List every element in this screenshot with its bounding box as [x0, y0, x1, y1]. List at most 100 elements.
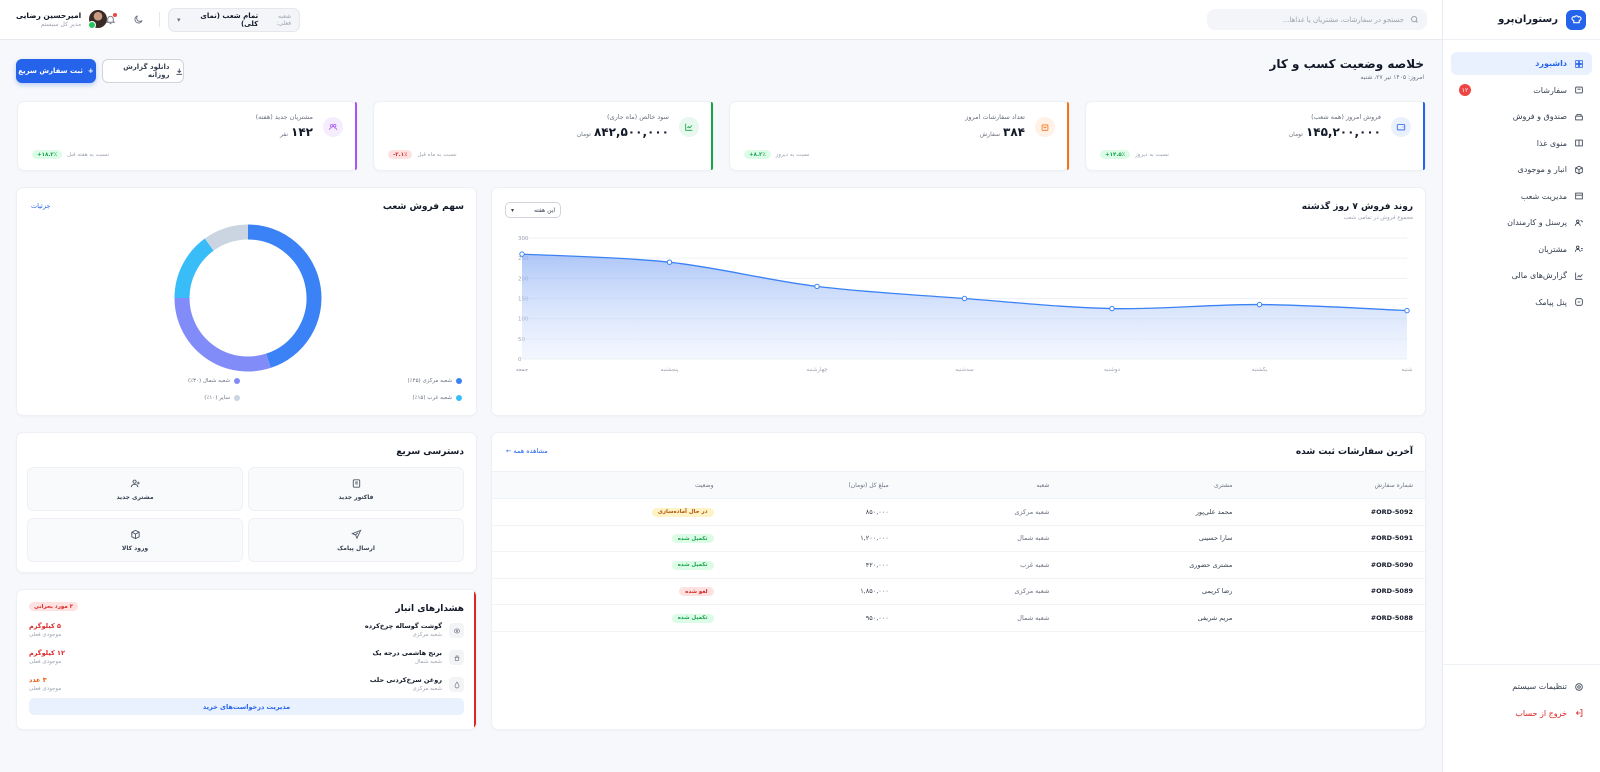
view-all-orders-link[interactable]: مشاهده همه ←	[506, 447, 548, 455]
order-customer: مریم شریفی	[1061, 604, 1245, 632]
inventory-alert-item[interactable]: روغن سرخ‌کردنی حلب شعبه مرکزی ۳ عدد موجودی …	[29, 674, 464, 700]
legend-label: شعبه شمال (۳۰٪)	[187, 378, 230, 384]
donut-slice[interactable]	[204, 224, 249, 251]
sidebar-item-8[interactable]: گزارش‌های مالی	[1451, 264, 1592, 287]
branch-share-card: سهم فروش شعب جزئیات شعبه مرکزی (۴۵٪) شعبه…	[16, 187, 477, 416]
stat-unit: تومان	[576, 131, 591, 138]
stat-footer: نسبت به ماه قبل ۲.۱٪-	[388, 150, 457, 159]
sales-trend-chart: 050100150200250300شنبهیکشنبهدوشنبهسه‌شنب…	[516, 236, 1413, 373]
alert-accent-bar	[474, 590, 476, 729]
stat-label: مشتریان جدید (هفته)	[255, 113, 313, 121]
quick-action-label: ورود کالا	[121, 544, 149, 552]
orders-table: شماره سفارش مشتری شعبه مبلغ کل (تومان) وضعیت…	[492, 471, 1425, 632]
quick-action-2[interactable]: ارسال پیامک	[248, 518, 464, 562]
user-menu[interactable]: امیرحسین رضایی مدیر کل سیستم	[16, 10, 108, 29]
orders-col-header: مبلغ کل (تومان)	[725, 471, 901, 499]
stat-compare-note: نسبت به دیروز	[775, 151, 810, 158]
donut-slice[interactable]	[247, 224, 322, 368]
sidebar-item-settings[interactable]: تنظیمات سیستم	[1451, 675, 1592, 698]
stat-footer: نسبت به دیروز ۱۴.۵٪+	[1100, 150, 1169, 159]
donut-slice[interactable]	[174, 297, 271, 372]
alert-item-qty-label: موجودی فعلی	[29, 686, 62, 692]
purchase-requests-button[interactable]: مدیریت درخواست‌های خرید	[29, 698, 464, 715]
sidebar-footer: تنظیمات سیستم خروج از حساب	[1443, 664, 1600, 728]
quick-order-button[interactable]: + ثبت سفارش سریع	[16, 59, 96, 83]
inventory-alerts-title: هشدارهای انبار	[395, 604, 464, 614]
notification-dot	[113, 13, 117, 17]
table-row[interactable]: #ORD-5091 سارا حسینی شعبه شمال ۱,۲۰۰,۰۰۰ تکم…	[492, 525, 1425, 552]
table-row[interactable]: #ORD-5092 محمد علی‌پور شعبه مرکزی ۸۵۰,۰۰۰ در…	[492, 498, 1425, 526]
data-point	[666, 259, 673, 265]
order-status-cell: تکمیل شده	[492, 525, 726, 552]
alert-item-qty: ۳ عدد	[29, 676, 47, 684]
stat-accent-bar	[355, 102, 357, 170]
sidebar-item-1[interactable]: سفارشات ۱۲	[1451, 79, 1592, 102]
order-customer: محمد علی‌پور	[1061, 498, 1245, 526]
sidebar-item-5[interactable]: مدیریت شعب	[1451, 185, 1592, 208]
stat-value-row: ۱۴۲ نفر	[280, 125, 313, 139]
order-amount: ۴۲۰,۰۰۰	[725, 551, 901, 579]
sidebar-item-9[interactable]: پنل پیامک	[1451, 291, 1592, 314]
inventory-alert-item[interactable]: برنج هاشمی درجه یک شعبه شمال ۱۲ کیلوگرم موج…	[29, 647, 464, 673]
search-input[interactable]: جستجو در سفارشات، مشتریان یا غذاها...	[1207, 9, 1427, 30]
staff-icon	[1574, 219, 1584, 226]
quick-action-3[interactable]: ورود کالا	[27, 518, 243, 562]
sales-trend-card: روند فروش ۷ روز گذشته مجموع فروش در تمام…	[491, 187, 1426, 416]
stat-value-row: ۳۸۴ سفارش	[980, 125, 1025, 139]
stat-label: سود خالص (ماه جاری)	[606, 113, 669, 121]
order-amount: ۹۵۰,۰۰۰	[725, 604, 901, 632]
stat-card-3: مشتریان جدید (هفته) ۱۴۲ نفر نسبت به هفته قب…	[17, 101, 358, 171]
orders-table-body: #ORD-5092 محمد علی‌پور شعبه مرکزی ۸۵۰,۰۰۰ در…	[492, 498, 1425, 632]
legend-dot	[456, 378, 462, 384]
branch-selector[interactable]: شعبه فعلی: تمام شعب (نمای کلی) ▾	[168, 8, 300, 32]
sidebar-item-3[interactable]: منوی غذا	[1451, 132, 1592, 155]
quick-action-label: ارسال پیامک	[337, 544, 375, 552]
brand[interactable]: رستوران‌پرو	[1443, 0, 1600, 40]
stat-change-badge: ۲.۱٪-	[388, 150, 413, 159]
table-row[interactable]: #ORD-5088 مریم شریفی شعبه شمال ۹۵۰,۰۰۰ تکمیل…	[492, 604, 1425, 632]
quick-order-label: ثبت سفارش سریع	[18, 67, 83, 75]
status-badge: در حال آماده‌سازی	[651, 507, 714, 517]
quick-action-0[interactable]: فاکتور جدید	[248, 467, 464, 511]
branch-label: شعبه فعلی:	[276, 13, 291, 27]
order-id: #ORD-5091	[1244, 525, 1425, 552]
table-row[interactable]: #ORD-5089 رضا کریمی شعبه مرکزی ۱,۸۵۰,۰۰۰ لغو…	[492, 578, 1425, 605]
sidebar-item-0[interactable]: داشبورد	[1451, 52, 1592, 75]
legend-dot	[456, 395, 462, 401]
legend-label: شعبه غرب (۱۵٪)	[412, 395, 452, 401]
sales-area-fill	[522, 254, 1407, 359]
alert-item-icon-wrap	[449, 677, 464, 692]
dark-mode-icon[interactable]	[133, 14, 144, 25]
sidebar-item-label: مدیریت شعب	[1520, 191, 1567, 201]
sidebar-item-6[interactable]: پرسنل و کارمندان	[1451, 211, 1592, 234]
sidebar-item-label: سفارشات	[1533, 85, 1567, 95]
alert-item-qty-label: موجودی فعلی	[29, 659, 62, 665]
quick-action-1[interactable]: مشتری جدید	[27, 467, 243, 511]
donut-slice[interactable]	[174, 238, 214, 299]
search-placeholder: جستجو در سفارشات، مشتریان یا غذاها...	[1282, 15, 1404, 24]
recent-orders-card: آخرین سفارشات ثبت شده مشاهده همه ← شماره…	[491, 432, 1426, 730]
orders-col-header: شماره سفارش	[1244, 471, 1425, 499]
alert-item-qty: ۱۲ کیلوگرم	[29, 649, 65, 657]
stat-unit: سفارش	[979, 131, 1001, 138]
sidebar-item-logout[interactable]: خروج از حساب	[1451, 702, 1592, 725]
download-report-button[interactable]: دانلود گزارش روزانه	[102, 59, 184, 83]
main-content: خلاصه وضعیت کسب و کار امروز: ۱۴۰۵ تیر ۲۷…	[0, 40, 1442, 772]
stat-compare-note: نسبت به دیروز	[1135, 151, 1169, 158]
x-tick-label: جمعه	[516, 367, 528, 373]
menu-book-icon	[1575, 139, 1583, 147]
inventory-alert-item[interactable]: گوشت گوساله چرخ‌کرده شعبه مرکزی ۵ کیلوگرم م…	[29, 620, 464, 646]
sidebar-item-2[interactable]: صندوق و فروش	[1451, 105, 1592, 128]
stat-change-badge: ۸.۲٪+	[744, 150, 771, 159]
send-icon	[350, 529, 362, 539]
sidebar-item-4[interactable]: انبار و موجودی	[1451, 158, 1592, 181]
order-amount: ۱,۲۰۰,۰۰۰	[725, 525, 901, 552]
x-tick-label: شنبه	[1402, 367, 1413, 373]
cash-register-icon	[1575, 113, 1583, 120]
legend-dot	[234, 395, 240, 401]
table-row[interactable]: #ORD-5090 مشتری حضوری شعبه غرب ۴۲۰,۰۰۰ تکمیل…	[492, 551, 1425, 579]
stat-accent-bar	[711, 102, 713, 170]
sidebar-item-7[interactable]: مشتریان	[1451, 238, 1592, 261]
stat-change-badge: ۱۸.۲٪+	[32, 150, 63, 159]
order-customer: سارا حسینی	[1061, 525, 1245, 552]
